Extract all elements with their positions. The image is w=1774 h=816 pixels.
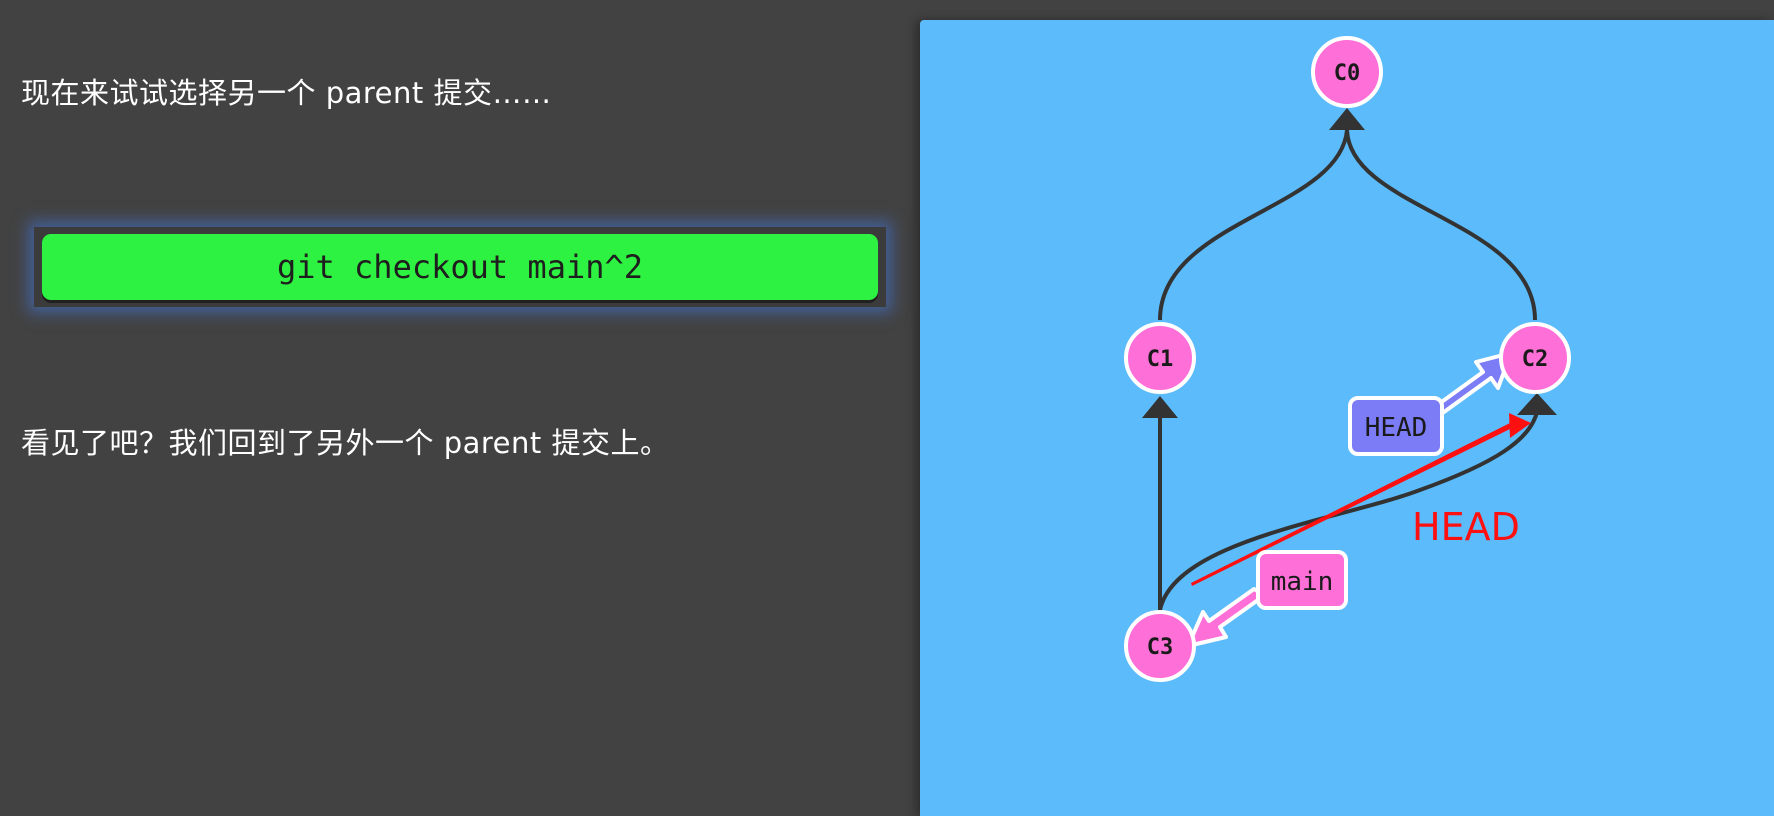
edge-c1-c0 — [1158, 129, 1349, 321]
intro-text: 现在来试试选择另一个 parent 提交…… — [21, 76, 552, 110]
commit-c3-label: C3 — [1147, 635, 1174, 660]
annotation-head-label: HEAD — [1412, 505, 1520, 549]
annotation-arrowhead — [1509, 413, 1531, 438]
git-graph-canvas: HEAD HEAD main C0 C1 C2 C3 — [920, 20, 1774, 816]
instructions-pane: 现在来试试选择另一个 parent 提交…… git checkout main… — [0, 0, 900, 816]
commit-c2-label: C2 — [1522, 347, 1549, 372]
command-button[interactable]: git checkout main^2 — [42, 234, 878, 300]
commit-c3[interactable]: C3 — [1124, 610, 1196, 682]
commit-c1[interactable]: C1 — [1124, 322, 1196, 394]
edge-arrowhead-c1 — [1142, 396, 1178, 418]
edge-arrowhead-c0 — [1329, 108, 1365, 130]
result-text: 看见了吧？我们回到了另外一个 parent 提交上。 — [21, 426, 670, 460]
command-frame: git checkout main^2 — [34, 227, 886, 307]
commit-c0-label: C0 — [1334, 61, 1361, 86]
commit-c1-label: C1 — [1147, 347, 1174, 372]
main-ref[interactable]: main — [1186, 550, 1348, 648]
edge-arrowhead-c2 — [1517, 393, 1557, 415]
edge-c2-c0 — [1345, 129, 1537, 321]
head-ref-label: HEAD — [1365, 413, 1428, 443]
git-graph-svg: HEAD HEAD main C0 C1 C2 C3 — [1124, 36, 1571, 682]
commit-c0[interactable]: C0 — [1311, 36, 1383, 108]
main-ref-arrow — [1186, 587, 1267, 648]
main-ref-label: main — [1271, 567, 1334, 597]
commit-c2[interactable]: C2 — [1499, 322, 1571, 394]
